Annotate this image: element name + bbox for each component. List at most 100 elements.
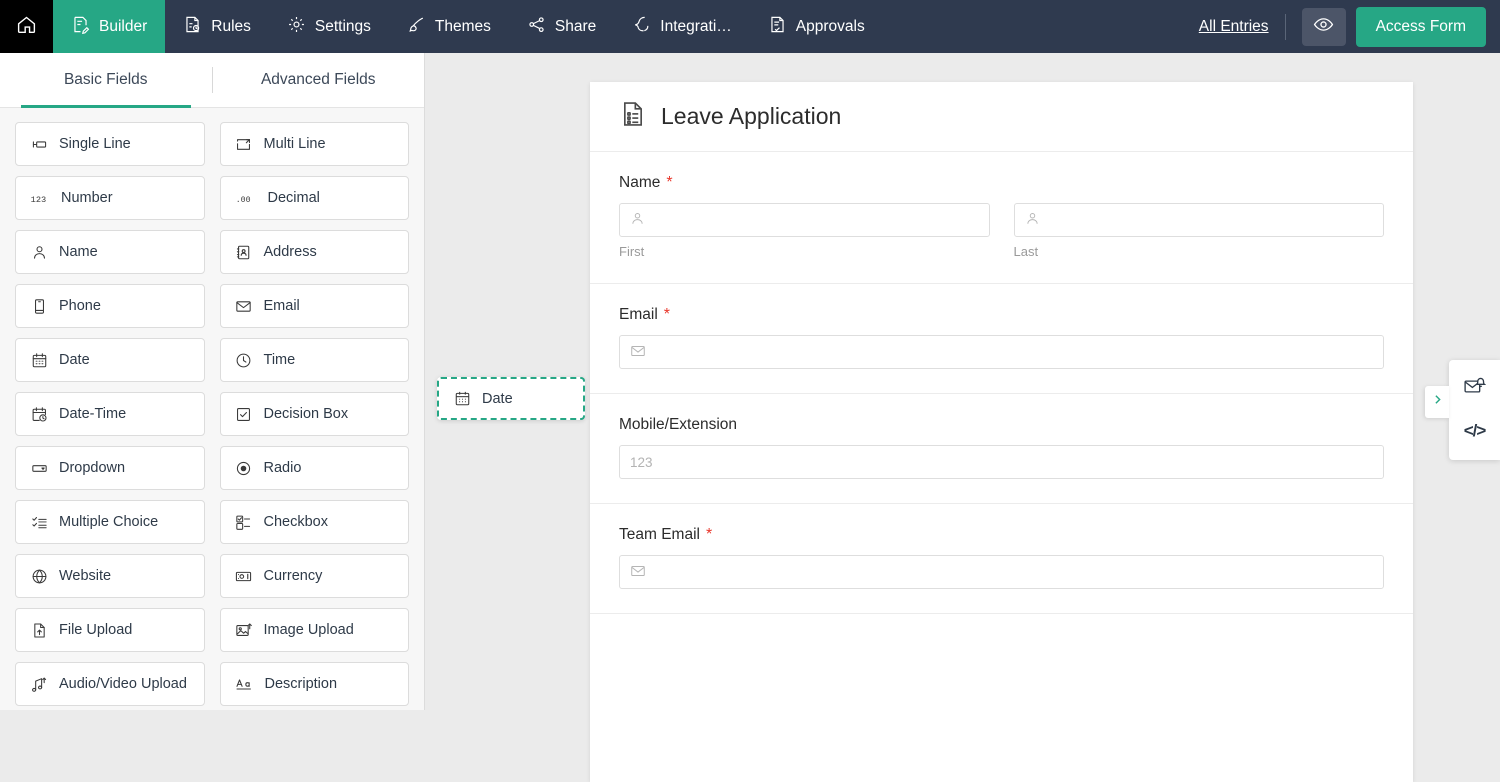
field-chip-email[interactable]: Email	[219, 284, 409, 328]
preview-button[interactable]	[1301, 7, 1346, 46]
checkbox-square-icon	[235, 406, 253, 423]
image-upload-icon	[235, 622, 253, 639]
field-label-wrap: Team Email *	[619, 526, 1384, 544]
nav-item-rules[interactable]: Rules	[165, 0, 269, 53]
team-email-input[interactable]	[619, 555, 1384, 589]
person-icon	[30, 244, 48, 261]
field-chip-multi-line[interactable]: Multi Line	[219, 122, 409, 166]
dropdown-icon	[30, 460, 48, 477]
form-field-email: Email *	[590, 284, 1413, 394]
dragging-field-ghost[interactable]: Date	[437, 377, 585, 420]
email-input[interactable]	[619, 335, 1384, 369]
field-chip-label: Description	[264, 676, 338, 692]
nav-item-label: Approvals	[795, 17, 865, 35]
code-icon: </>	[1463, 421, 1487, 440]
field-chip-number[interactable]: 123 Number	[15, 176, 205, 220]
home-button[interactable]	[0, 0, 53, 53]
address-book-icon	[235, 244, 253, 261]
envelope-icon	[235, 298, 253, 315]
page-title: Leave Application	[661, 103, 842, 129]
side-panel-toggle[interactable]	[1425, 386, 1449, 418]
field-chip-label: Email	[263, 298, 300, 314]
sidebar-tabs: Basic Fields Advanced Fields	[0, 53, 424, 108]
form-field-team-email: Team Email *	[590, 504, 1413, 614]
nav-item-themes[interactable]: Themes	[389, 0, 509, 53]
field-chip-date[interactable]: Date	[15, 338, 205, 382]
fields-sidebar: Basic Fields Advanced Fields Single Line…	[0, 53, 425, 710]
field-chip-dropdown[interactable]: Dropdown	[15, 446, 205, 490]
field-chip-name[interactable]: Name	[15, 230, 205, 274]
multiple-choice-icon	[30, 514, 48, 531]
embed-code-button[interactable]: </>	[1449, 410, 1500, 452]
number-icon: 123	[30, 190, 50, 207]
field-chip-image-upload[interactable]: Image Upload	[219, 608, 409, 652]
field-label: Mobile/Extension	[619, 416, 738, 433]
field-chip-single-line[interactable]: Single Line	[15, 122, 205, 166]
required-asterisk: *	[666, 174, 673, 191]
field-chip-phone[interactable]: Phone	[15, 284, 205, 328]
top-navigation-bar: Builder Rules Settings Themes Share Inte…	[0, 0, 1500, 53]
name-first-input[interactable]	[619, 203, 990, 237]
field-chip-radio[interactable]: Radio	[219, 446, 409, 490]
nav-item-approvals[interactable]: Approvals	[750, 0, 883, 53]
tab-basic-fields[interactable]: Basic Fields	[0, 53, 212, 107]
tab-advanced-fields[interactable]: Advanced Fields	[213, 53, 425, 107]
field-chip-date-time[interactable]: Date-Time	[15, 392, 205, 436]
field-chip-label: Decimal	[267, 190, 320, 206]
field-label: Team Email	[619, 526, 700, 543]
nav-item-label: Builder	[99, 17, 148, 35]
field-chip-label: Date	[59, 352, 90, 368]
field-chip-currency[interactable]: Currency	[219, 554, 409, 598]
multi-line-icon	[235, 136, 253, 153]
nav-divider	[1284, 13, 1286, 40]
field-chip-website[interactable]: Website	[15, 554, 205, 598]
tab-label: Advanced Fields	[260, 71, 376, 88]
name-last-sublabel: Last	[1013, 244, 1039, 259]
field-chip-audio-video-upload[interactable]: Audio/Video Upload	[15, 662, 205, 706]
name-first-sublabel: First	[619, 244, 645, 259]
av-upload-icon	[30, 676, 48, 693]
envelope-icon	[630, 343, 646, 362]
field-chip-address[interactable]: Address	[219, 230, 409, 274]
builder-icon	[71, 15, 90, 39]
form-field-mobile-extension: Mobile/Extension 123	[590, 394, 1413, 504]
field-chip-label: Number	[61, 190, 113, 206]
nav-item-settings[interactable]: Settings	[269, 0, 389, 53]
field-chip-multiple-choice[interactable]: Multiple Choice	[15, 500, 205, 544]
decimal-icon: .00	[235, 190, 257, 207]
field-chip-decision-box[interactable]: Decision Box	[219, 392, 409, 436]
nav-item-share[interactable]: Share	[509, 0, 614, 53]
name-last-input[interactable]	[1013, 203, 1384, 237]
field-chip-label: Radio	[263, 460, 302, 476]
field-chip-label: Website	[59, 568, 112, 584]
field-chip-time[interactable]: Time	[219, 338, 409, 382]
single-line-icon	[30, 136, 48, 153]
home-icon	[16, 14, 37, 40]
field-chip-label: Phone	[59, 298, 101, 314]
eye-icon	[1313, 14, 1334, 40]
nav-item-integrations[interactable]: Integrati…	[614, 0, 750, 53]
nav-item-label: Rules	[211, 17, 251, 35]
mobile-extension-input[interactable]: 123	[619, 445, 1384, 479]
form-preview-card: Leave Application Name * First Last Emai…	[590, 82, 1413, 782]
field-chip-label: Checkbox	[263, 514, 328, 530]
all-entries-link[interactable]: All Entries	[1199, 0, 1285, 53]
field-chip-description[interactable]: Description	[219, 662, 409, 706]
field-chip-label: Multiple Choice	[59, 514, 159, 530]
field-chip-file-upload[interactable]: File Upload	[15, 608, 205, 652]
access-form-button[interactable]: Access Form	[1355, 6, 1486, 47]
chevron-right-icon	[1431, 393, 1444, 411]
field-chip-label: Audio/Video Upload	[59, 676, 187, 692]
field-label-wrap: Email *	[619, 306, 1384, 324]
calendar-icon	[30, 352, 48, 369]
field-chip-decimal[interactable]: .00 Decimal	[219, 176, 409, 220]
field-chip-label: Image Upload	[263, 622, 354, 638]
field-chip-checkbox[interactable]: Checkbox	[219, 500, 409, 544]
radio-icon	[235, 460, 253, 477]
nav-item-label: Themes	[434, 17, 491, 35]
notification-email-button[interactable]	[1449, 368, 1500, 410]
file-upload-icon	[30, 622, 48, 639]
nav-item-builder[interactable]: Builder	[53, 0, 166, 53]
field-chip-label: Currency	[263, 568, 323, 584]
currency-icon	[235, 568, 253, 585]
